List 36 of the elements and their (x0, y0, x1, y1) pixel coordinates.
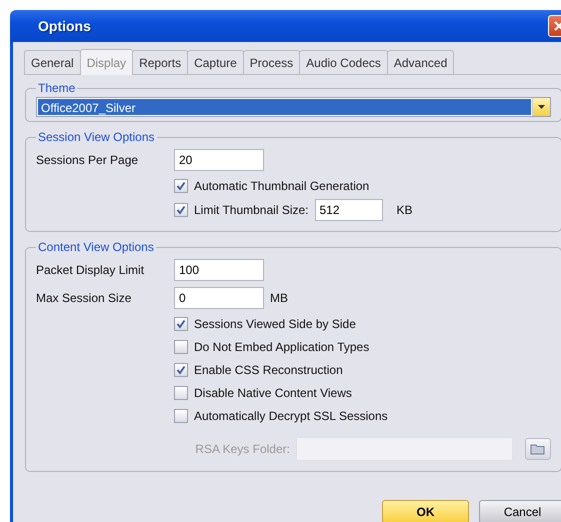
checkbox-label: Limit Thumbnail Size: (194, 203, 308, 217)
group-title: Session View Options (37, 130, 156, 144)
dropdown-button[interactable] (532, 98, 550, 116)
checkbox[interactable] (174, 408, 188, 422)
group-title: Theme (37, 81, 76, 95)
caret-icon (538, 105, 545, 109)
input-field[interactable]: 512 (314, 199, 382, 221)
checkbox[interactable] (174, 203, 188, 217)
tab[interactable]: Advanced (386, 50, 454, 74)
cancel-button[interactable]: Cancel (479, 500, 561, 522)
group-title: Content View Options (37, 240, 155, 254)
checkbox-label: Automatic Thumbnail Generation (194, 178, 370, 192)
checkbox-label: Disable Native Content Views (194, 386, 352, 400)
window-title: Options (38, 18, 91, 34)
field-label: Packet Display Limit (36, 263, 146, 277)
checkbox[interactable] (174, 340, 188, 354)
checkbox-label: Automatically Decrypt SSL Sessions (194, 408, 388, 422)
unit-label: KB (396, 203, 413, 217)
unit-label: MB (270, 291, 288, 305)
checkbox-label: Enable CSS Reconstruction (194, 362, 343, 376)
dropdown-value: Office2007_Silver (38, 99, 531, 115)
checkbox[interactable] (174, 178, 188, 192)
theme-dropdown[interactable]: Office2007_Silver (36, 97, 551, 117)
field-label: RSA Keys Folder: (195, 442, 290, 456)
folder-icon (530, 443, 546, 455)
checkbox[interactable] (174, 316, 188, 330)
checkbox-label: Sessions Viewed Side by Side (194, 316, 356, 330)
checkbox[interactable] (174, 386, 188, 400)
field-label: Max Session Size (36, 291, 132, 305)
checkbox[interactable] (174, 362, 188, 376)
ok-button[interactable]: OK (382, 500, 469, 522)
field-label: Sessions Per Page (36, 153, 140, 167)
checkbox-label: Do Not Embed Application Types (194, 340, 370, 354)
input-field[interactable]: 0 (174, 287, 264, 309)
input-field[interactable]: 20 (174, 149, 264, 171)
input-field[interactable]: 100 (174, 259, 264, 281)
